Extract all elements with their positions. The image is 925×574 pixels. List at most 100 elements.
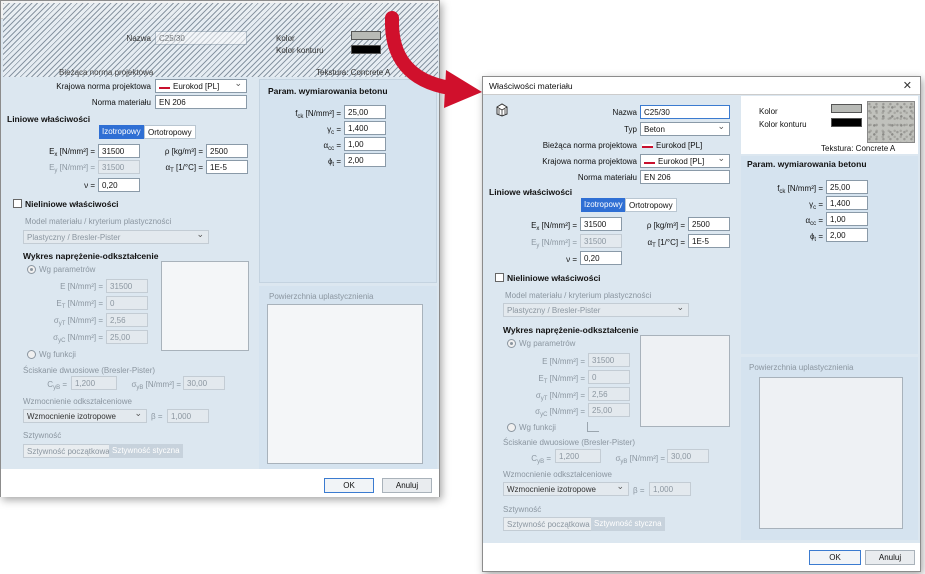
bg-material-norm-label: Norma materiału [91,98,151,107]
e-label: E [N/mm²] = [542,357,585,366]
bg-tab-orthotropic: Ortotropowy [144,125,196,139]
bg-gc-input: 1,400 [344,121,386,135]
curve-title: Wykres naprężenie-odkształcenie [503,325,639,335]
syt-input: 2,56 [588,387,630,401]
material-norm-label: Norma materiału [577,173,637,182]
gamma-c-input[interactable]: 1,400 [826,196,868,210]
hardening-select: Wzmocnienie izotropowe [503,482,629,496]
texture-label: Tekstura: Concrete A [821,144,896,153]
et-label: ET [N/mm²] = [538,374,585,385]
bg-cyb-input: 1,200 [71,376,117,390]
bg-acc-label: αcc = [323,141,341,152]
nonlinear-checkbox[interactable] [495,273,504,282]
bg-et-input: 0 [106,296,148,310]
close-icon[interactable]: ✕ [903,79,912,92]
bg-hardening-label: Wzmocnienie odkształceniowe [23,397,132,406]
bg-nonlinear-title: Nieliniowe właściwości [25,199,119,209]
bg-e-input: 31500 [106,279,148,293]
by-params-radio [507,339,516,348]
bg-cyb-label: CyB = [47,380,67,391]
material-icon [496,103,508,117]
bg-rho-label: ρ [kg/m³] = [164,147,203,156]
name-label: Nazwa [612,108,637,117]
current-norm-value: Eurokod [PL] [642,141,702,150]
color-swatch[interactable] [831,104,862,113]
nu-input[interactable]: 0,20 [580,251,622,265]
texture-preview[interactable] [867,101,915,143]
alpha-t-input[interactable]: 1E-5 [688,234,730,248]
plastic-surface-panel: Powierzchnia uplastycznienia [741,357,918,540]
bg-plastic-surface-panel: Powierzchnia uplastycznienia [259,286,437,469]
biaxial-label: Ściskanie dwuosiowe (Bresler-Pister) [503,438,636,447]
syc-label: σyC [N/mm²] = [535,407,585,418]
tab-isotropic[interactable]: Izotropowy [581,198,626,212]
bg-beta-input: 1,000 [167,409,209,423]
bg-syc-input: 25,00 [106,330,148,344]
bg-beta-label: β = [151,412,163,421]
syt-label: σyT [N/mm²] = [535,391,585,402]
et-input: 0 [588,370,630,384]
material-norm-input[interactable]: EN 206 [640,170,730,184]
cancel-button[interactable]: Anuluj [865,550,915,565]
function-edit-button [587,422,599,432]
bg-material-norm-input: EN 206 [155,95,247,109]
phi-t-input[interactable]: 2,00 [826,228,868,242]
model-label: Model materiału / kryterium plastycznośc… [505,291,652,300]
design-params-title: Param. wymiarowania betonu [747,159,867,169]
ex-input[interactable]: 31500 [580,217,622,231]
current-norm-label: Bieżąca norma projektowa [542,141,637,150]
arrow-head [444,70,482,108]
name-input[interactable]: C25/30 [640,105,730,119]
bg-color-label: Kolor [276,34,295,43]
bg-tab-isotropic: Izotropowy [99,125,144,139]
bg-model-select: Plastyczny / Bresler-Pister [23,230,209,244]
phi-t-label: ϕt = [809,232,823,243]
ok-button[interactable]: OK [809,550,861,565]
bg-stiff-secant: Sztywność styczna [109,444,183,458]
design-params-panel: Param. wymiarowania betonu fck [N/mm²] =… [741,156,918,354]
bg-hardening-select: Wzmocnienie izotropowe [23,409,147,423]
bg-phit-label: ϕt = [327,157,341,168]
national-norm-select[interactable]: Eurokod [PL] [640,154,730,168]
bg-ok-button: OK [324,478,374,493]
bg-alpha-input: 1E-5 [206,160,248,174]
bg-model-label: Model materiału / kryterium plastycznośc… [25,217,172,226]
bg-syb-input: 30,00 [183,376,225,390]
alpha-cc-label: αcc = [805,216,823,227]
stress-strain-preview [640,335,730,427]
poland-flag-icon [642,143,653,148]
nu-label: ν = [566,255,577,264]
by-params-label: Wg parametrów [519,339,576,348]
nonlinear-title: Nieliniowe właściwości [507,273,601,283]
syc-input: 25,00 [588,403,630,417]
tab-orthotropic[interactable]: Ortotropowy [625,198,677,212]
bg-syt-input: 2,56 [106,313,148,327]
bg-stiffness-label: Sztywność [23,431,62,440]
stiffness-secant-button: Sztywność styczna [591,517,665,531]
bg-gc-label: γc = [327,125,341,136]
outline-color-swatch[interactable] [831,118,862,127]
ex-label: Ex [N/mm²] = [531,221,577,232]
type-select[interactable]: Beton [640,122,730,136]
bg-et-label: ET [N/mm²] = [56,299,103,310]
background-dialog: Nazwa C25/30 Kolor Kolor konturu Tekstur… [0,0,440,497]
bg-design-title: Param. wymiarowania betonu [268,86,388,96]
bg-plastic-surface-label: Powierzchnia uplastycznienia [269,292,374,301]
bg-ey-label: Ey [N/mm²] = [49,163,95,174]
beta-label: β = [633,486,645,495]
bg-rho-input: 2500 [206,144,248,158]
syb-input: 30,00 [667,449,709,463]
transition-arrow [384,11,482,108]
alpha-cc-input[interactable]: 1,00 [826,212,868,226]
bg-by-params-label: Wg parametrów [39,265,96,274]
fck-label: fck [N/mm²] = [777,184,823,195]
fck-input[interactable]: 25,00 [826,180,868,194]
bg-name-label: Nazwa [126,34,151,43]
rho-input[interactable]: 2500 [688,217,730,231]
bg-by-function-label: Wg funkcji [39,350,76,359]
bg-national-norm-select: Eurokod [PL] [155,79,247,93]
bg-fck-label: fck [N/mm²] = [295,109,341,120]
bg-alpha-label: αT [1/°C] = [165,163,203,174]
bg-ex-input: 31500 [98,144,140,158]
alpha-t-label: αT [1/°C] = [647,238,685,249]
